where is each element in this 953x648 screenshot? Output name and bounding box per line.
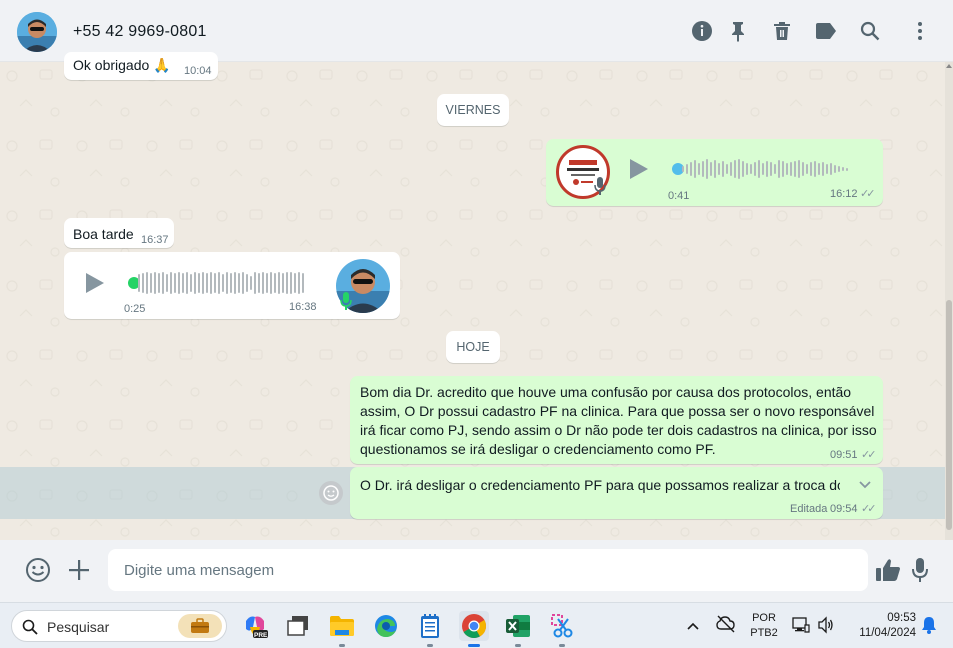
contact-avatar[interactable] xyxy=(17,12,57,52)
running-indicator xyxy=(339,644,345,647)
notification-bell-icon[interactable] xyxy=(921,616,937,639)
audio-message-out[interactable]: 0:41 16:12 ✓✓ xyxy=(546,139,883,206)
running-indicator xyxy=(427,644,433,647)
message-input[interactable] xyxy=(108,549,868,591)
audio-message-in[interactable]: 0:25 16:38 xyxy=(64,252,400,319)
svg-text:PRE: PRE xyxy=(254,632,268,639)
volume-icon[interactable] xyxy=(817,616,835,639)
date-separator: VIERNES xyxy=(437,94,509,126)
keyboard-layout: PTB2 xyxy=(750,627,778,639)
message-time: 10:04 xyxy=(184,65,212,77)
message-text: Bom dia Dr. acredito que houve uma confu… xyxy=(360,384,877,457)
windows-taskbar: Pesquisar PRE POR PTB2 09:53 11/04/2024 xyxy=(0,602,953,648)
cloud-off-icon[interactable] xyxy=(716,615,736,638)
message-time: 16:38 xyxy=(289,301,317,313)
audio-duration: 0:41 xyxy=(668,190,690,202)
compose-bar xyxy=(0,540,953,602)
read-ticks-icon: ✓✓ xyxy=(861,449,877,461)
chrome-icon[interactable] xyxy=(459,611,489,647)
clock-date: 11/04/2024 xyxy=(859,627,916,639)
react-emoji-icon[interactable] xyxy=(319,481,343,505)
pin-icon[interactable] xyxy=(726,19,750,43)
running-indicator xyxy=(515,644,521,647)
read-ticks-icon: ✓✓ xyxy=(861,503,877,515)
file-explorer-icon[interactable] xyxy=(327,611,357,647)
thumbs-up-icon[interactable] xyxy=(875,558,901,587)
message-bubble-out-selected[interactable]: O Dr. irá desligar o credenciamento PF p… xyxy=(350,467,883,519)
audio-duration: 0:25 xyxy=(124,303,146,315)
copilot-icon[interactable]: PRE xyxy=(240,611,270,641)
label-icon[interactable] xyxy=(814,19,838,43)
active-indicator xyxy=(468,644,480,647)
scrollbar-thumb[interactable] xyxy=(946,300,952,530)
clock-time: 09:53 xyxy=(887,612,916,624)
briefcase-icon[interactable] xyxy=(178,614,222,638)
task-view-icon[interactable] xyxy=(283,611,313,641)
audio-waveform[interactable] xyxy=(682,157,848,181)
menu-icon[interactable] xyxy=(908,19,932,43)
info-icon[interactable] xyxy=(690,19,714,43)
mic-icon xyxy=(340,292,352,313)
message-text: O Dr. irá desligar o credenciamento PF p… xyxy=(360,477,840,493)
emoji-icon[interactable] xyxy=(25,557,51,588)
message-text: Ok obrigado 🙏 xyxy=(73,57,171,73)
trash-icon[interactable] xyxy=(770,19,794,43)
microphone-icon[interactable] xyxy=(911,557,929,588)
scroll-up-arrow-icon[interactable] xyxy=(946,64,952,68)
taskbar-search[interactable]: Pesquisar xyxy=(11,610,227,642)
search-icon[interactable] xyxy=(858,19,882,43)
notepad-icon[interactable] xyxy=(415,611,445,647)
message-time: 16:12 xyxy=(830,188,858,200)
attach-plus-icon[interactable] xyxy=(68,559,90,586)
edited-label: Editada xyxy=(790,503,828,515)
message-text: Boa tarde xyxy=(73,226,134,242)
input-language-indicator[interactable]: POR PTB2 xyxy=(750,611,778,641)
read-ticks-icon: ✓✓ xyxy=(860,188,876,200)
lang-code: POR xyxy=(752,612,776,624)
audio-waveform[interactable] xyxy=(138,271,304,295)
message-bubble-out[interactable]: Bom dia Dr. acredito que houve uma confu… xyxy=(350,376,883,464)
running-indicator xyxy=(559,644,565,647)
search-icon xyxy=(22,619,38,640)
chevron-up-icon[interactable] xyxy=(686,618,700,636)
chevron-down-icon[interactable] xyxy=(858,477,872,493)
edge-icon[interactable] xyxy=(371,611,401,641)
message-bubble-in[interactable]: Boa tarde 16:37 xyxy=(64,218,174,248)
excel-icon[interactable] xyxy=(503,611,533,647)
message-time: 16:37 xyxy=(141,234,169,246)
taskbar-clock[interactable]: 09:53 11/04/2024 xyxy=(848,611,916,641)
taskbar-search-placeholder: Pesquisar xyxy=(47,619,110,635)
mic-icon xyxy=(594,177,606,198)
play-button[interactable] xyxy=(86,273,104,293)
message-bubble-in[interactable]: Ok obrigado 🙏 10:04 xyxy=(64,52,218,80)
message-time: 09:54 xyxy=(830,503,858,515)
message-time: 09:51 xyxy=(830,449,858,461)
play-button[interactable] xyxy=(630,159,648,179)
snipping-tool-icon[interactable] xyxy=(547,611,577,647)
network-icon[interactable] xyxy=(792,616,810,639)
contact-name[interactable]: +55 42 9969-0801 xyxy=(73,23,207,41)
date-separator: HOJE xyxy=(446,331,500,363)
